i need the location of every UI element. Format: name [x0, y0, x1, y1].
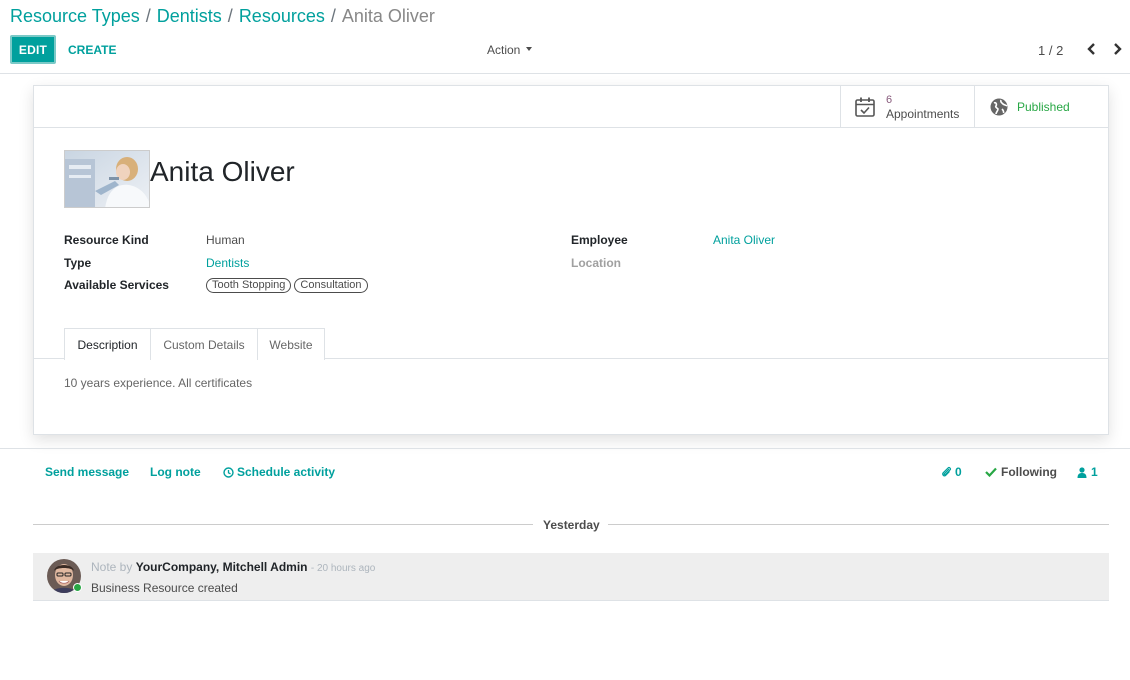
- attachments-button[interactable]: 0: [941, 465, 962, 479]
- resource-image[interactable]: [64, 150, 150, 208]
- service-tag[interactable]: Tooth Stopping: [206, 278, 292, 293]
- chatter-message: Note by YourCompany, Mitchell Admin - 20…: [33, 553, 1109, 601]
- check-icon: [985, 467, 997, 477]
- message-time: - 20 hours ago: [310, 563, 376, 574]
- pager-previous-button[interactable]: [1084, 40, 1098, 58]
- followers-button[interactable]: 1: [1077, 465, 1098, 479]
- date-divider-label: Yesterday: [543, 518, 600, 532]
- chatter-separator: [0, 448, 1130, 449]
- breadcrumb-resource-types[interactable]: Resource Types: [10, 6, 140, 26]
- clock-icon: [223, 466, 234, 478]
- appointments-smart-button[interactable]: 6 Appointments: [840, 86, 974, 128]
- breadcrumb-separator: /: [330, 6, 336, 26]
- message-header: Note by YourCompany, Mitchell Admin - 20…: [91, 560, 375, 574]
- chevron-right-icon: [1113, 43, 1122, 55]
- type-link[interactable]: Dentists: [206, 256, 249, 270]
- breadcrumb-separator: /: [145, 6, 151, 26]
- service-tag[interactable]: Consultation: [294, 278, 368, 293]
- resource-kind-value: Human: [206, 233, 245, 247]
- create-button[interactable]: CREATE: [68, 43, 116, 57]
- breadcrumb-dentists[interactable]: Dentists: [157, 6, 222, 26]
- date-divider-line: [608, 524, 1109, 525]
- following-label: Following: [1001, 465, 1057, 479]
- paperclip-icon: [942, 466, 952, 477]
- location-label: Location: [571, 256, 621, 270]
- followers-count: 1: [1091, 465, 1098, 479]
- edit-button[interactable]: EDIT: [10, 35, 56, 64]
- dentist-photo-icon: [65, 151, 149, 207]
- online-status-indicator: [73, 583, 82, 592]
- notebook-tabs: Description Custom Details Website: [34, 328, 1108, 360]
- breadcrumb: Resource Types / Dentists / Resources / Anita …: [10, 5, 435, 27]
- log-note-button[interactable]: Log note: [150, 465, 201, 479]
- published-label: Published: [1017, 100, 1070, 114]
- breadcrumb-current: Anita Oliver: [341, 6, 435, 26]
- tab-custom-details[interactable]: Custom Details: [150, 328, 258, 360]
- type-label: Type: [64, 256, 92, 270]
- breadcrumb-resources[interactable]: Resources: [239, 6, 325, 26]
- message-body: Business Resource created: [91, 581, 238, 595]
- user-icon: [1077, 466, 1087, 478]
- schedule-activity-button[interactable]: Schedule activity: [223, 465, 335, 479]
- message-author[interactable]: YourCompany, Mitchell Admin: [136, 560, 308, 574]
- send-message-button[interactable]: Send message: [45, 465, 129, 479]
- published-smart-button[interactable]: Published: [974, 86, 1108, 128]
- appointments-label: Appointments: [886, 107, 960, 121]
- resource-kind-label: Resource Kind: [64, 233, 149, 247]
- calendar-check-icon: [855, 97, 875, 117]
- pager-value[interactable]: 1 / 2: [1038, 43, 1063, 58]
- schedule-activity-label: Schedule activity: [237, 465, 336, 479]
- appointments-stat: 6 Appointments: [886, 93, 959, 121]
- available-services-label: Available Services: [64, 278, 169, 292]
- pager-next-button[interactable]: [1110, 40, 1124, 58]
- attachments-count: 0: [955, 465, 962, 479]
- chevron-left-icon: [1086, 43, 1095, 55]
- smart-button-box: 6 Appointments Published: [34, 86, 1108, 128]
- breadcrumb-separator: /: [227, 6, 233, 26]
- action-dropdown[interactable]: Action: [487, 43, 533, 57]
- description-text: 10 years experience. All certificates: [64, 376, 253, 390]
- action-label: Action: [487, 43, 521, 57]
- tab-website[interactable]: Website: [257, 328, 325, 360]
- appointments-count: 6: [886, 94, 893, 106]
- employee-link[interactable]: Anita Oliver: [713, 233, 775, 247]
- form-sheet: 6 Appointments Published Anita Oliver Re…: [33, 85, 1109, 435]
- globe-icon: [990, 98, 1008, 116]
- employee-label: Employee: [571, 233, 628, 247]
- record-name: Anita Oliver: [150, 156, 295, 187]
- tab-description[interactable]: Description: [64, 328, 151, 360]
- message-kind: Note by: [91, 560, 133, 574]
- available-services-tags: Tooth Stopping Consultation: [206, 278, 368, 293]
- caret-down-icon: [526, 47, 533, 51]
- date-divider-line: [33, 524, 533, 525]
- control-panel: Resource Types / Dentists / Resources / Anita …: [0, 0, 1130, 74]
- following-button[interactable]: Following: [985, 465, 1057, 479]
